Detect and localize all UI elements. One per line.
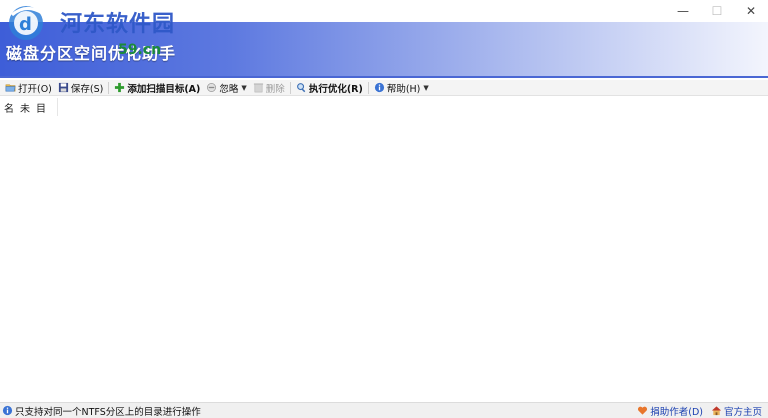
status-links: 捐助作者(D) 官方主页 — [629, 404, 768, 418]
delete-label: 删除 — [265, 83, 285, 95]
add-scan-target-button[interactable]: 添加扫描目标(A) — [111, 80, 203, 96]
svg-text:d: d — [19, 14, 32, 35]
watermark-logo-icon: d — [9, 6, 43, 40]
minimize-button[interactable]: — — [666, 0, 700, 22]
watermark-name: 河东软件园 — [60, 11, 176, 37]
donate-link[interactable]: 捐助作者(D) — [637, 404, 703, 418]
list-header: 名 未 目 — [0, 98, 60, 116]
toolbar-separator — [367, 81, 369, 94]
floppy-disk-icon — [58, 82, 68, 93]
window-controls: — ☐ ✕ — [666, 0, 768, 22]
run-optimize-label: 执行优化(R) — [308, 83, 363, 95]
homepage-link[interactable]: 官方主页 — [711, 404, 762, 418]
app-window: — ☐ ✕ 磁盘分区空间优化助手 d 河东软件园 59.cn 打开(O) 保存(… — [0, 0, 768, 418]
delete-button[interactable]: 删除 — [250, 80, 288, 96]
column-header-target[interactable]: 目 — [32, 100, 48, 115]
maximize-button[interactable]: ☐ — [700, 0, 734, 22]
help-button[interactable]: 帮助(H) ▼ — [371, 80, 432, 96]
target-list[interactable] — [0, 116, 768, 401]
run-optimize-button[interactable]: 执行优化(R) — [293, 80, 366, 96]
toolbar-separator — [289, 81, 291, 94]
column-header-unused[interactable]: 未 — [16, 100, 32, 115]
home-icon — [711, 406, 722, 416]
donate-label: 捐助作者(D) — [650, 406, 703, 418]
help-label: 帮助(H) — [386, 83, 421, 95]
open-button[interactable]: 打开(O) — [2, 80, 55, 96]
homepage-label: 官方主页 — [723, 406, 762, 418]
status-bar: 只支持对同一个NTFS分区上的目录进行操作 捐助作者(D) 官方主页 — [0, 402, 768, 418]
chevron-down-icon[interactable]: ▼ — [241, 84, 246, 92]
toolbar-separator — [108, 81, 110, 94]
info-icon — [2, 405, 13, 416]
column-divider[interactable] — [57, 98, 58, 116]
delete-icon — [253, 83, 263, 93]
magnifier-icon — [296, 83, 306, 93]
add-scan-target-label: 添加扫描目标(A) — [127, 83, 201, 95]
toolbar: 打开(O) 保存(S) 添加扫描目标(A) 忽略 ▼ 删除 执行优化(R) 帮助… — [0, 80, 768, 96]
ignore-label: 忽略 — [219, 83, 239, 95]
save-button[interactable]: 保存(S) — [55, 80, 106, 96]
ignore-icon — [207, 83, 217, 92]
status-message: 只支持对同一个NTFS分区上的目录进行操作 — [0, 404, 201, 418]
watermark-url: 59.cn — [118, 42, 162, 58]
column-header-name[interactable]: 名 — [0, 100, 16, 115]
ignore-button[interactable]: 忽略 ▼ — [203, 80, 249, 96]
info-icon — [374, 82, 384, 93]
close-button[interactable]: ✕ — [734, 0, 768, 22]
folder-open-icon — [5, 84, 16, 92]
status-text: 只支持对同一个NTFS分区上的目录进行操作 — [15, 406, 201, 418]
chevron-down-icon[interactable]: ▼ — [423, 84, 428, 92]
open-label: 打开(O) — [18, 83, 52, 95]
save-label: 保存(S) — [70, 83, 104, 95]
heart-icon — [638, 406, 648, 415]
plus-icon — [115, 82, 125, 93]
